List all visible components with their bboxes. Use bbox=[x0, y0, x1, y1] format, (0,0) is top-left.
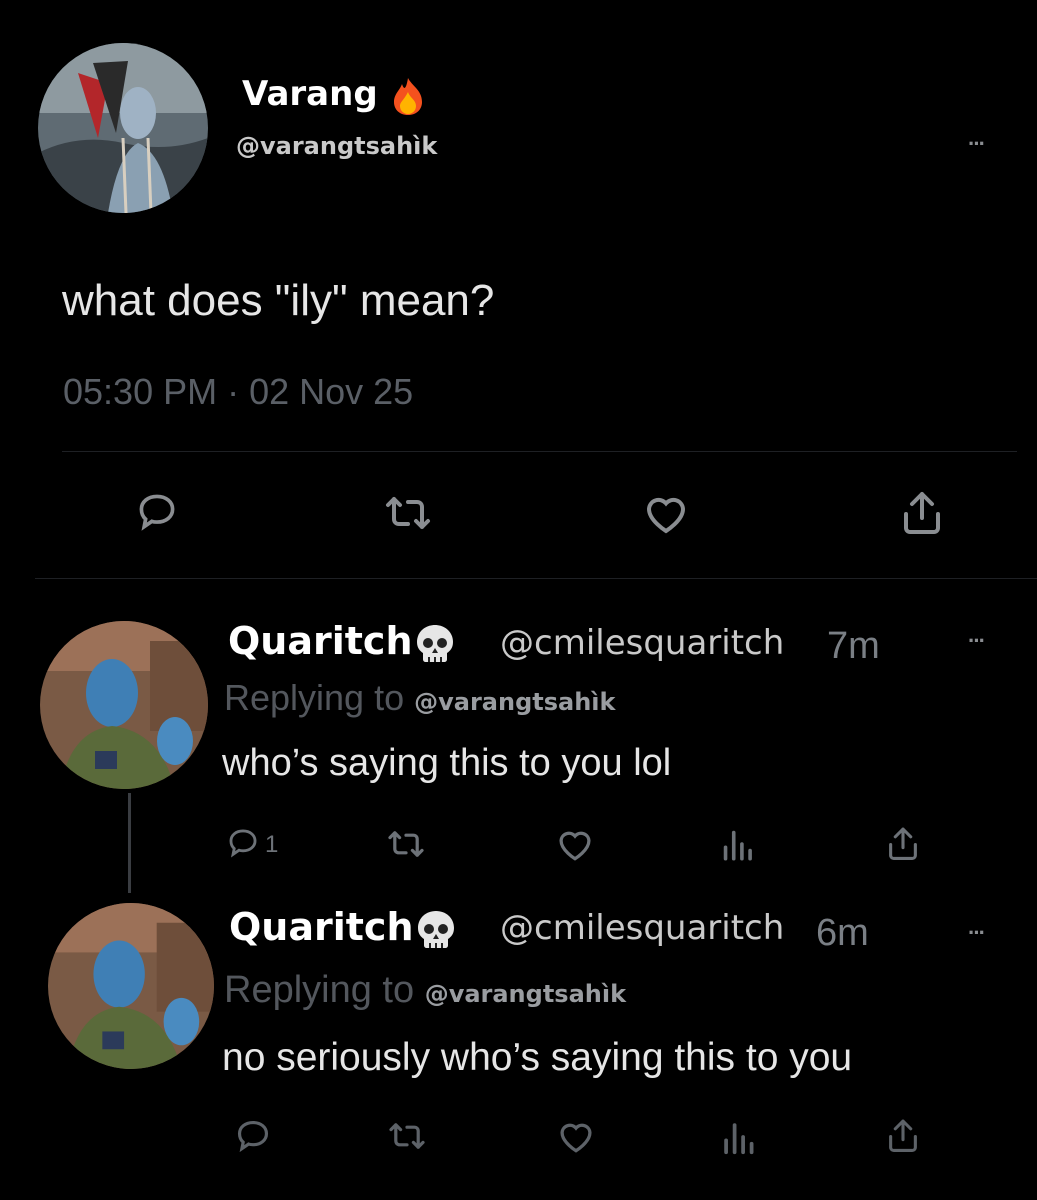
reply-count: 1 bbox=[265, 831, 279, 858]
share-icon[interactable] bbox=[886, 824, 920, 862]
divider bbox=[35, 578, 1037, 579]
share-icon[interactable] bbox=[900, 488, 944, 536]
reply-icon[interactable] bbox=[135, 490, 179, 534]
repost-icon[interactable] bbox=[387, 1120, 427, 1152]
author-handle[interactable]: @cmilesquaritch bbox=[500, 908, 784, 948]
avatar-image bbox=[38, 43, 208, 213]
time-ago: 7m bbox=[827, 625, 880, 667]
post-timestamp: 05:30 PM · 02 Nov 25 bbox=[63, 371, 414, 412]
views-icon[interactable] bbox=[720, 826, 754, 862]
share-icon[interactable] bbox=[886, 1116, 920, 1154]
author-avatar[interactable] bbox=[48, 903, 214, 1069]
replying-to-handle[interactable]: @varangtsahìk bbox=[425, 980, 626, 1008]
replying-to-handle[interactable]: @varangtsahìk bbox=[414, 688, 615, 716]
post-text: what does "ily" mean? bbox=[62, 276, 495, 325]
replying-to: Replying to @varangtsahìk bbox=[224, 969, 627, 1011]
author-name[interactable]: Quaritch bbox=[229, 905, 458, 952]
avatar-image bbox=[40, 621, 208, 789]
like-icon[interactable] bbox=[641, 491, 691, 535]
author-avatar[interactable] bbox=[40, 621, 208, 789]
repost-icon[interactable] bbox=[386, 828, 426, 860]
views-icon[interactable] bbox=[721, 1118, 755, 1156]
more-options-button[interactable]: ··· bbox=[968, 628, 986, 654]
repost-icon[interactable] bbox=[384, 493, 432, 533]
avatar-image bbox=[48, 903, 214, 1069]
author-name[interactable]: Quaritch bbox=[228, 619, 457, 666]
author-handle[interactable]: @varangtsahìk bbox=[236, 132, 437, 160]
author-avatar[interactable] bbox=[38, 43, 208, 213]
reply-text: who’s saying this to you lol bbox=[222, 742, 672, 784]
replying-to: Replying to @varangtsahìk bbox=[224, 677, 616, 718]
time-ago: 6m bbox=[816, 912, 869, 954]
like-icon[interactable] bbox=[556, 1118, 596, 1154]
reply-text: no seriously who’s saying this to you bbox=[222, 1036, 853, 1079]
reply-icon[interactable] bbox=[226, 826, 260, 860]
skull-icon bbox=[414, 908, 458, 952]
reply-icon[interactable] bbox=[234, 1117, 272, 1155]
thread-line bbox=[128, 793, 131, 893]
divider bbox=[62, 451, 1017, 452]
like-icon[interactable] bbox=[555, 826, 595, 862]
skull-icon bbox=[413, 622, 457, 666]
more-options-button[interactable]: ··· bbox=[968, 920, 986, 946]
author-handle[interactable]: @cmilesquaritch bbox=[500, 623, 784, 663]
author-name[interactable]: Varang bbox=[242, 74, 426, 116]
more-options-button[interactable]: ··· bbox=[968, 131, 986, 157]
fire-icon bbox=[390, 76, 426, 116]
